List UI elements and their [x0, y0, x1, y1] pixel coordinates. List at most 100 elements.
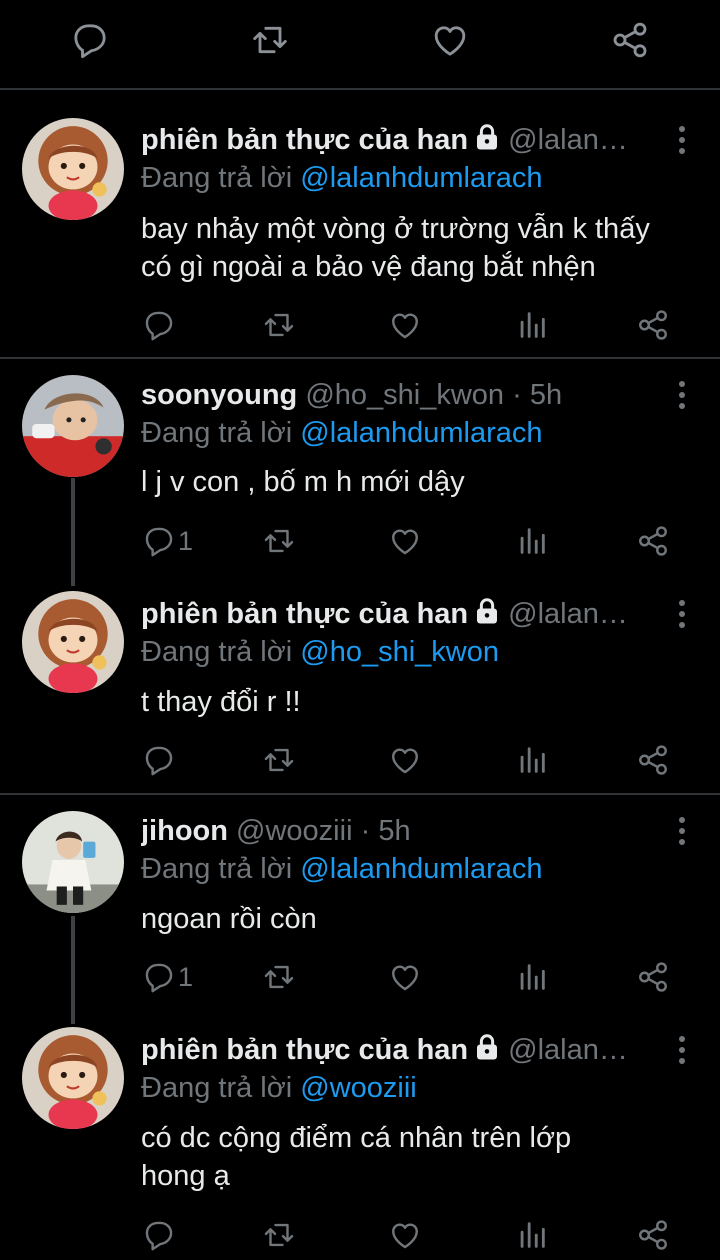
reply-icon[interactable]: [70, 20, 110, 60]
tweet[interactable]: soonyoung @ho_shi_kwon · 5h Đang trả lời…: [0, 375, 720, 585]
display-name[interactable]: soonyoung: [141, 379, 297, 411]
timestamp: 5h: [378, 815, 411, 847]
share-icon[interactable]: [636, 1218, 670, 1252]
retweet-icon[interactable]: [262, 524, 296, 558]
more-options-icon[interactable]: [674, 815, 690, 847]
retweet-icon[interactable]: [262, 743, 296, 777]
mention-link[interactable]: @lalanhdumlarach: [300, 853, 542, 885]
display-name[interactable]: phiên bản thực của han: [141, 124, 468, 156]
retweet-icon[interactable]: [262, 960, 296, 994]
more-options-icon[interactable]: [674, 1034, 690, 1066]
stats-icon[interactable]: [515, 308, 549, 342]
tweet[interactable]: jihoon @wooziii · 5h Đang trả lời @lalan…: [0, 811, 720, 1021]
reply-icon[interactable]: [142, 1218, 176, 1252]
time-separator: ·: [512, 379, 522, 411]
tweet-text: có dc cộng điểm cá nhân trên lớp hong ạ: [141, 1119, 701, 1195]
reply-count: 1: [178, 526, 194, 556]
display-name[interactable]: phiên bản thực của han: [141, 1034, 468, 1066]
replying-to: Đang trả lời @lalanhdumlarach: [141, 851, 543, 887]
reply-icon[interactable]: [142, 960, 176, 994]
tweet-actions: [0, 308, 720, 348]
avatar[interactable]: [22, 1027, 124, 1129]
replying-label: Đang trả lời: [141, 853, 293, 885]
lock-icon: [472, 122, 502, 152]
tweet-text-line: t thay đổi r !!: [141, 686, 301, 718]
tweet-header: jihoon @wooziii · 5h: [141, 811, 660, 851]
tweet-text-line: có gì ngoài a bảo vệ đang bắt nhện: [141, 251, 596, 283]
retweet-icon[interactable]: [262, 1218, 296, 1252]
divider: [0, 793, 720, 795]
handle: @lalan…: [508, 1034, 628, 1066]
tweet-header: phiên bản thực của han @lalan…: [141, 120, 660, 160]
share-icon[interactable]: [636, 960, 670, 994]
tweet-text: l j v con , bố m h mới dậy: [141, 463, 701, 501]
like-icon[interactable]: [388, 308, 422, 342]
tweet-text: ngoan rồi còn: [141, 900, 701, 938]
tweet[interactable]: phiên bản thực của han @lalan… Đang trả l…: [0, 120, 720, 355]
time-separator: ·: [360, 815, 371, 847]
share-icon[interactable]: [610, 20, 650, 60]
divider: [0, 357, 720, 359]
reply-count: 1: [178, 962, 194, 992]
replying-label: Đang trả lời: [141, 1072, 293, 1104]
reply-icon[interactable]: [142, 743, 176, 777]
timestamp: 5h: [529, 379, 563, 411]
like-icon[interactable]: [388, 743, 422, 777]
display-name[interactable]: jihoon: [141, 815, 228, 847]
mention-link[interactable]: @lalanhdumlarach: [300, 162, 542, 194]
replying-label: Đang trả lời: [141, 162, 293, 194]
replying-to: Đang trả lời @lalanhdumlarach: [141, 415, 543, 451]
share-icon[interactable]: [636, 743, 670, 777]
tweet[interactable]: phiên bản thực của han @lalan… Đang trả l…: [0, 1030, 720, 1260]
handle: @ho_shi_kwon: [305, 379, 505, 411]
handle: @lalan…: [508, 598, 628, 630]
tweet-header: phiên bản thực của han @lalan…: [141, 1030, 660, 1070]
tweet-text-line: bay nhảy một vòng ở trường vẫn k thấy: [141, 213, 650, 245]
retweet-icon[interactable]: [262, 308, 296, 342]
tweet-text-line: hong ạ: [141, 1160, 230, 1192]
avatar[interactable]: [22, 591, 124, 693]
handle: @lalan…: [508, 124, 628, 156]
reply-icon[interactable]: [142, 524, 176, 558]
handle: @wooziii: [236, 815, 353, 847]
retweet-icon[interactable]: [250, 20, 290, 60]
more-options-icon[interactable]: [674, 598, 690, 630]
display-name[interactable]: phiên bản thực của han: [141, 598, 468, 630]
more-options-icon[interactable]: [674, 379, 690, 411]
replying-to: Đang trả lời @wooziii: [141, 1070, 417, 1106]
divider: [0, 88, 720, 90]
mention-link[interactable]: @wooziii: [300, 1072, 416, 1104]
stats-icon[interactable]: [515, 1218, 549, 1252]
tweet[interactable]: phiên bản thực của han @lalan… Đang trả l…: [0, 594, 720, 789]
mention-link[interactable]: @ho_shi_kwon: [300, 636, 499, 668]
tweet-text: t thay đổi r !!: [141, 683, 701, 721]
mention-link[interactable]: @lalanhdumlarach: [300, 417, 542, 449]
replying-to: Đang trả lời @ho_shi_kwon: [141, 634, 499, 670]
tweet-text: bay nhảy một vòng ở trường vẫn k thấy có…: [141, 210, 701, 286]
lock-icon: [472, 1032, 502, 1062]
reply-icon[interactable]: [142, 308, 176, 342]
avatar[interactable]: [22, 375, 124, 477]
tweet-actions: 1: [0, 524, 720, 564]
stats-icon[interactable]: [515, 960, 549, 994]
avatar[interactable]: [22, 118, 124, 220]
top-action-bar: [0, 0, 720, 86]
replying-label: Đang trả lời: [141, 417, 293, 449]
share-icon[interactable]: [636, 524, 670, 558]
stats-icon[interactable]: [515, 524, 549, 558]
like-icon[interactable]: [430, 20, 470, 60]
like-icon[interactable]: [388, 524, 422, 558]
tweet-text-line: l j v con , bố m h mới dậy: [141, 466, 465, 498]
tweet-header: soonyoung @ho_shi_kwon · 5h: [141, 375, 660, 415]
share-icon[interactable]: [636, 308, 670, 342]
replying-to: Đang trả lời @lalanhdumlarach: [141, 160, 543, 196]
stats-icon[interactable]: [515, 743, 549, 777]
like-icon[interactable]: [388, 1218, 422, 1252]
more-options-icon[interactable]: [674, 124, 690, 156]
tweet-actions: [0, 1218, 720, 1258]
like-icon[interactable]: [388, 960, 422, 994]
lock-icon: [472, 596, 502, 626]
avatar[interactable]: [22, 811, 124, 913]
tweet-text-line: ngoan rồi còn: [141, 903, 317, 935]
tweet-text-line: có dc cộng điểm cá nhân trên lớp: [141, 1122, 572, 1154]
